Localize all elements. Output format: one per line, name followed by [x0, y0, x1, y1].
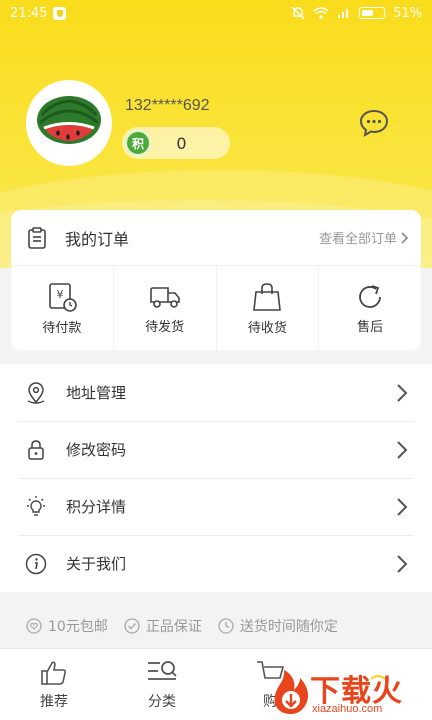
refresh-icon [359, 284, 382, 308]
tab-category[interactable]: 分类 [108, 649, 216, 720]
points-badge[interactable]: 积 0 [122, 127, 230, 159]
message-button[interactable] [358, 108, 390, 138]
watermelon-icon [37, 96, 101, 144]
order-status-pending-payment[interactable]: ¥ 待付款 [11, 266, 114, 350]
check-circle-icon [124, 618, 140, 634]
guarantee-authentic: 正品保证 [124, 616, 202, 636]
tab-label: 推荐 [40, 693, 68, 710]
menu-item-change-password[interactable]: 修改密码 [0, 421, 432, 478]
points-icon: 积 [125, 130, 151, 156]
chevron-right-icon [397, 554, 408, 573]
guarantee-label: 10元包邮 [48, 619, 108, 635]
flame-logo-icon [274, 670, 308, 714]
chevron-right-icon [397, 497, 408, 516]
thumbs-up-icon [41, 660, 67, 685]
chevron-right-icon [401, 231, 409, 244]
battery-percent: 51% [393, 5, 422, 21]
watermark-logo: 下载火 xiazaihuo.com [270, 664, 432, 720]
info-icon [24, 552, 48, 576]
truck-icon [149, 286, 180, 308]
location-pin-icon [24, 381, 48, 405]
orders-card: 我的订单 查看全部订单 ¥ 待付款 待发货 待收货 售后 [11, 210, 421, 350]
order-status-label: 待付款 [42, 320, 82, 336]
guarantee-delivery-time: 送货时间随你定 [218, 616, 338, 636]
mute-icon [291, 6, 305, 20]
tab-label: 分类 [148, 693, 176, 710]
heart-circle-icon [26, 618, 42, 634]
points-value: 0 [176, 133, 187, 153]
lock-icon [24, 438, 48, 462]
settings-menu: 地址管理 修改密码 积分详情 关于我们 [0, 364, 432, 592]
guarantee-label: 送货时间随你定 [239, 619, 338, 635]
orders-header[interactable]: 我的订单 查看全部订单 [11, 210, 421, 266]
order-status-pending-shipment[interactable]: 待发货 [114, 266, 217, 350]
chevron-right-icon [397, 440, 408, 459]
menu-item-points-details[interactable]: 积分详情 [0, 478, 432, 535]
guarantee-label: 正品保证 [145, 619, 202, 635]
service-guarantees: 10元包邮 正品保证 送货时间随你定 [0, 606, 432, 646]
category-search-icon [148, 660, 177, 680]
order-status-label: 待收货 [247, 320, 287, 336]
avatar[interactable] [26, 80, 112, 166]
shopping-bag-icon [253, 282, 282, 311]
order-status-label: 待发货 [145, 319, 185, 335]
status-time: 21:45 [10, 5, 48, 21]
order-status-after-sales[interactable]: 售后 [319, 266, 421, 350]
clipboard-icon [28, 226, 46, 249]
clock-icon [218, 618, 234, 634]
chat-bubble-icon [359, 109, 389, 137]
guarantee-free-shipping: 10元包邮 [26, 616, 108, 636]
menu-item-address[interactable]: 地址管理 [0, 364, 432, 421]
order-status-label: 售后 [357, 319, 384, 335]
signal-icon [338, 9, 349, 18]
svg-text:¥: ¥ [56, 288, 63, 301]
menu-item-label: 积分详情 [66, 498, 127, 516]
chevron-right-icon [397, 383, 408, 402]
menu-item-label: 关于我们 [66, 555, 127, 573]
view-all-orders-link[interactable]: 查看全部订单 [319, 228, 409, 247]
menu-item-label: 修改密码 [66, 441, 127, 459]
wifi-icon [313, 7, 329, 19]
status-bar: 21:45 51% [0, 0, 432, 26]
shield-icon [53, 6, 67, 20]
view-all-label: 查看全部订单 [318, 232, 397, 247]
menu-item-about-us[interactable]: 关于我们 [0, 535, 432, 592]
menu-item-label: 地址管理 [66, 384, 127, 402]
orders-title: 我的订单 [65, 229, 130, 249]
order-status-pending-receipt[interactable]: 待收货 [217, 266, 320, 350]
watermark-subtext: xiazaihuo.com [312, 703, 383, 715]
payment-pending-icon: ¥ [49, 282, 77, 312]
phone-number: 132*****692 [125, 97, 210, 114]
lightbulb-icon [24, 495, 48, 519]
battery-icon [359, 7, 386, 19]
tab-recommend[interactable]: 推荐 [0, 649, 108, 720]
